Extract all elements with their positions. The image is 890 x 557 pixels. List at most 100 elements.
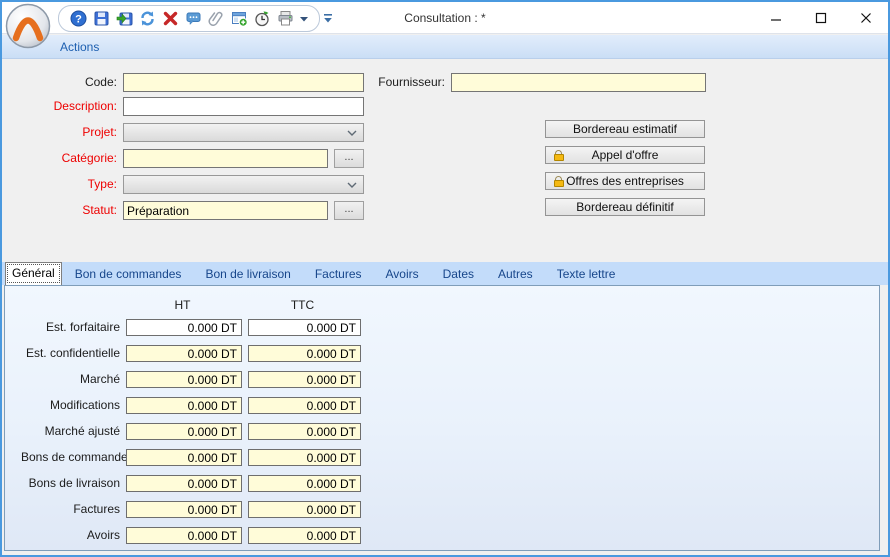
row-label: Est. forfaitaire: [21, 319, 120, 336]
application-window: Consultation : *: [0, 0, 890, 557]
attachment-icon: [208, 10, 225, 27]
row-label: Factures: [21, 501, 120, 518]
app-logo-icon: [5, 3, 51, 49]
help-icon: ?: [70, 10, 87, 27]
description-label: Description:: [20, 97, 117, 116]
categorie-label: Catégorie:: [20, 149, 117, 168]
help-button[interactable]: ?: [68, 9, 88, 29]
tab-autres[interactable]: Autres: [488, 264, 543, 285]
type-select[interactable]: [123, 175, 364, 194]
statut-input[interactable]: [123, 201, 328, 220]
est-forfaitaire-ttc-input[interactable]: [248, 319, 361, 336]
row-label: Est. confidentielle: [21, 345, 120, 362]
column-header-ht: HT: [124, 298, 241, 312]
bons-de-livraison-ht-input[interactable]: [126, 475, 242, 492]
modifications-ttc-input[interactable]: [248, 397, 361, 414]
quick-access-toolbar: ?: [58, 5, 320, 32]
marche-ttc-input[interactable]: [248, 371, 361, 388]
statut-browse-button[interactable]: ...: [334, 201, 364, 220]
button-label: Bordereau définitif: [576, 200, 673, 214]
avoirs-ht-input[interactable]: [126, 527, 242, 544]
bordereau-definitif-button[interactable]: Bordereau définitif: [545, 198, 705, 216]
button-label: Appel d'offre: [592, 148, 659, 162]
toolbar-overflow-button[interactable]: [320, 9, 336, 27]
delete-button[interactable]: [160, 9, 180, 29]
modifications-ht-input[interactable]: [126, 397, 242, 414]
toolbar-overflow-icon: [323, 13, 333, 24]
tab-bon-de-livraison[interactable]: Bon de livraison: [195, 264, 300, 285]
form-panel: Code: Fournisseur: Description: Projet: …: [2, 60, 888, 262]
minimize-button[interactable]: [753, 2, 798, 34]
tab-page-general: HT TTC Est. forfaitaire Est. confidentie…: [4, 285, 880, 551]
bons-de-commande-ht-input[interactable]: [126, 449, 242, 466]
chevron-down-icon: [347, 182, 357, 188]
row-label: Marché: [21, 371, 120, 388]
categorie-input[interactable]: [123, 149, 328, 168]
row-label: Avoirs: [21, 527, 120, 544]
tab-factures[interactable]: Factures: [305, 264, 372, 285]
window-controls: [753, 2, 888, 34]
print-dropdown-button[interactable]: [298, 9, 310, 29]
tab-strip: Général Bon de commandes Bon de livraiso…: [2, 262, 888, 285]
marche-ajuste-ttc-input[interactable]: [248, 423, 361, 440]
comment-button[interactable]: [183, 9, 203, 29]
marche-ajuste-ht-input[interactable]: [126, 423, 242, 440]
save-button[interactable]: [91, 9, 111, 29]
est-confidentielle-ht-input[interactable]: [126, 345, 242, 362]
column-header-ttc: TTC: [244, 298, 361, 312]
close-button[interactable]: [843, 2, 888, 34]
close-icon: [860, 12, 872, 24]
type-label: Type:: [20, 175, 117, 194]
projet-label: Projet:: [20, 123, 117, 142]
add-form-button[interactable]: [229, 9, 249, 29]
description-input[interactable]: [123, 97, 364, 116]
categorie-browse-button[interactable]: ...: [334, 149, 364, 168]
comment-icon: [185, 10, 202, 27]
est-confidentielle-ttc-input[interactable]: [248, 345, 361, 362]
est-forfaitaire-ht-input[interactable]: [126, 319, 242, 336]
lock-icon: [553, 150, 564, 161]
tab-bon-de-commandes[interactable]: Bon de commandes: [65, 264, 192, 285]
maximize-button[interactable]: [798, 2, 843, 34]
tab-avoirs[interactable]: Avoirs: [376, 264, 429, 285]
row-label: Bons de livraison: [21, 475, 120, 492]
row-label: Marché ajusté: [21, 423, 120, 440]
code-input[interactable]: [123, 73, 364, 92]
appel-offre-button[interactable]: Appel d'offre: [545, 146, 705, 164]
add-form-icon: [231, 10, 248, 27]
menu-item-actions[interactable]: Actions: [60, 40, 99, 54]
chevron-down-icon: [300, 16, 308, 22]
fournisseur-input[interactable]: [451, 73, 706, 92]
bons-de-livraison-ttc-input[interactable]: [248, 475, 361, 492]
statut-label: Statut:: [20, 201, 117, 220]
row-label: Modifications: [21, 397, 120, 414]
minimize-icon: [770, 12, 782, 24]
avoirs-ttc-input[interactable]: [248, 527, 361, 544]
marche-ht-input[interactable]: [126, 371, 242, 388]
tab-general[interactable]: Général: [5, 262, 62, 285]
button-label: Bordereau estimatif: [573, 122, 677, 136]
button-label: Offres des entreprises: [566, 174, 684, 188]
save-icon: [93, 10, 110, 27]
factures-ttc-input[interactable]: [248, 501, 361, 518]
offres-entreprises-button[interactable]: Offres des entreprises: [545, 172, 705, 190]
save-as-button[interactable]: [114, 9, 134, 29]
app-orb-button[interactable]: [5, 3, 51, 49]
tab-texte-lettre[interactable]: Texte lettre: [547, 264, 626, 285]
code-label: Code:: [20, 73, 117, 92]
projet-select[interactable]: [123, 123, 364, 142]
row-label: Bons de commande: [21, 449, 120, 466]
attachment-button[interactable]: [206, 9, 226, 29]
bons-de-commande-ttc-input[interactable]: [248, 449, 361, 466]
print-button[interactable]: [275, 9, 295, 29]
svg-text:?: ?: [75, 14, 82, 26]
lock-icon: [553, 176, 564, 187]
history-button[interactable]: [252, 9, 272, 29]
save-as-icon: [116, 10, 133, 27]
print-icon: [277, 10, 294, 27]
bordereau-estimatif-button[interactable]: Bordereau estimatif: [545, 120, 705, 138]
factures-ht-input[interactable]: [126, 501, 242, 518]
tab-dates[interactable]: Dates: [433, 264, 484, 285]
refresh-button[interactable]: [137, 9, 157, 29]
history-icon: [254, 10, 271, 27]
